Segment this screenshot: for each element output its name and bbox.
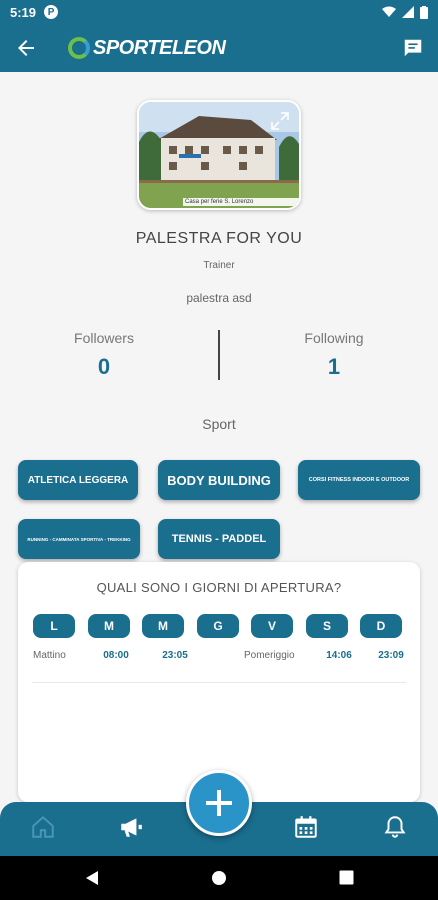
day-button[interactable]: V [251,614,293,638]
cover-image[interactable]: Casa per ferie S. Lorenzo [137,100,301,210]
morning-open-time[interactable]: 08:00 [95,650,137,661]
brand-logo: SPORTELEON [68,36,226,60]
following-count: 1 [327,354,341,379]
status-time: 5:19 [10,4,37,20]
system-recents-icon[interactable] [339,870,354,885]
sport-chip[interactable]: BODY BUILDING [158,460,280,500]
followers-stat[interactable]: Followers 0 [24,330,184,380]
day-button[interactable]: S [306,614,348,638]
opening-question: QUALI SONO I GIORNI DI APERTURA? [96,580,342,595]
profile-role: Trainer [203,260,235,271]
system-back-icon[interactable] [85,870,99,886]
bell-icon[interactable] [382,814,408,840]
following-label: Following [304,330,364,346]
add-fab-button[interactable] [186,770,252,836]
megaphone-icon[interactable] [118,814,144,840]
sport-section-title: Sport [202,416,236,432]
sport-chip[interactable]: RUNNING - CAMMINATA SPORTIVA - TREKKING [18,519,140,559]
followers-count: 0 [97,354,111,379]
morning-close-time[interactable]: 23:05 [154,650,196,661]
sport-chip[interactable]: ATLETICA LEGGERA [18,460,138,500]
logo-mark-icon [68,37,90,59]
card-divider [32,682,406,683]
day-button[interactable]: M [88,614,130,638]
plus-icon [206,790,232,816]
back-arrow-icon[interactable] [14,36,38,60]
battery-icon [420,5,428,19]
home-icon[interactable] [30,814,56,840]
profile-name: PALESTRA FOR YOU [135,230,303,247]
following-stat[interactable]: Following 1 [254,330,414,380]
day-button[interactable]: L [33,614,75,638]
afternoon-label: Pomeriggio [244,650,295,661]
profile-handle: palestra asd [186,291,252,305]
app-bar: SPORTELEON [0,24,438,72]
opening-days-card: QUALI SONO I GIORNI DI APERTURA? L M M G… [18,562,420,802]
stats-divider [218,330,220,380]
expand-icon[interactable] [271,112,289,130]
cover-caption: Casa per ferie S. Lorenzo [183,198,299,206]
followers-label: Followers [74,330,134,346]
sport-chip[interactable]: TENNIS - PADDEL [158,519,280,559]
afternoon-close-time[interactable]: 23:09 [370,650,412,661]
system-home-icon[interactable] [211,870,227,886]
status-bar: 5:19 P [0,0,438,24]
day-button[interactable]: G [197,614,239,638]
system-navigation-bar [0,856,438,900]
morning-label: Mattino [33,650,66,661]
day-button[interactable]: D [360,614,402,638]
calendar-icon[interactable] [293,814,319,840]
day-button[interactable]: M [142,614,184,638]
notification-badge-icon: P [44,5,59,19]
chat-icon[interactable] [402,37,424,59]
afternoon-open-time[interactable]: 14:06 [318,650,360,661]
brand-name: SPORTELEON [93,36,226,59]
signal-icon [402,6,414,18]
sport-chip[interactable]: CORSI FITNESS INDOOR E OUTDOOR [298,460,420,500]
wifi-icon [382,6,396,17]
status-icons [382,5,428,19]
